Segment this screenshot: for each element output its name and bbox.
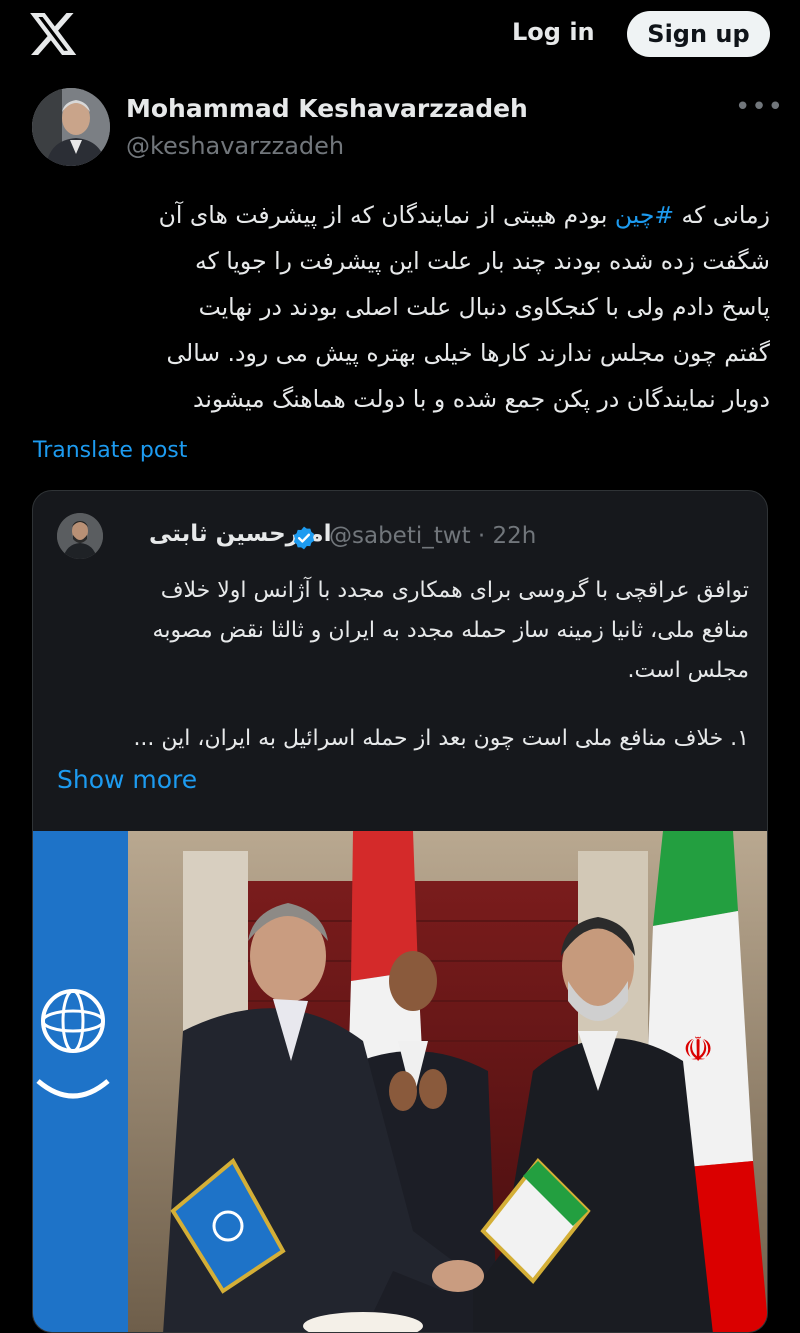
top-bar: Log in Sign up [0, 0, 800, 70]
quoted-author-avatar[interactable] [57, 513, 103, 559]
post-text-line: شگفت زده شده بودند چند بار علت این پیشرف… [194, 247, 770, 275]
quoted-text-line: مجلس است. [627, 658, 749, 683]
post-text-line: گفتم چون مجلس ندارند کارها خیلی بهتره پی… [166, 339, 770, 367]
show-more-link[interactable]: Show more [57, 765, 197, 794]
author-name[interactable]: Mohammad Keshavarzzadeh [126, 94, 528, 123]
author-avatar[interactable] [32, 88, 110, 166]
post-text-line: پاسخ دادم ولی با کنجکاوی دنبال علت اصلی … [198, 293, 770, 321]
post-text: زمانی که #چین بودم هیبتی از نمایندگان که… [30, 192, 770, 422]
author-handle[interactable]: @keshavarzzadeh [126, 132, 344, 160]
hashtag-link[interactable]: #چین [615, 201, 674, 229]
svg-text:☫: ☫ [683, 1030, 713, 1070]
quoted-text-line: ۱. خلاف منافع ملی است چون بعد از حمله اس… [133, 726, 749, 751]
attached-photo[interactable]: ☫ [33, 831, 767, 1332]
post-text-line: زمانی که #چین بودم هیبتی از نمایندگان که… [158, 201, 770, 229]
verified-badge-icon [293, 526, 315, 550]
quoted-post-text: توافق عراقچی با گروسی برای همکاری مجدد ب… [53, 571, 749, 759]
quoted-post[interactable]: امیرحسین ثابتی @sabeti_twt · 22h توافق ع… [32, 490, 768, 1333]
login-button[interactable]: Log in [512, 18, 595, 46]
more-dots-icon[interactable]: ••• [735, 92, 784, 122]
quoted-handle-time[interactable]: @sabeti_twt · 22h [329, 523, 536, 549]
quoted-text-line: توافق عراقچی با گروسی برای همکاری مجدد ب… [160, 578, 749, 603]
x-logo-icon[interactable] [30, 12, 78, 56]
translate-post-link[interactable]: Translate post [33, 438, 187, 463]
quoted-text-line: منافع ملی، ثانیا زمینه ساز حمله مجدد به … [152, 618, 749, 643]
signup-button[interactable]: Sign up [627, 11, 770, 57]
post-text-line: دوبار نمایندگان در پکن جمع شده و با دولت… [192, 385, 770, 413]
